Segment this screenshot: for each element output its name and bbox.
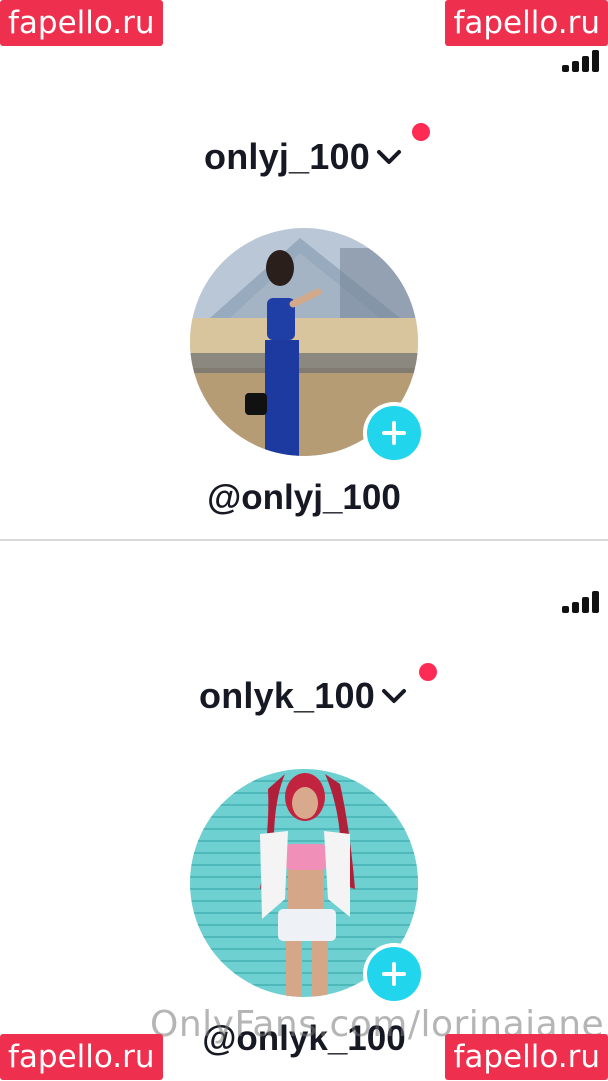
signal-strength-icon <box>562 591 602 613</box>
plus-icon <box>382 962 406 986</box>
account-switcher[interactable]: onlyj_100 <box>0 136 608 178</box>
profile-handle: @onlyj_100 <box>207 478 401 517</box>
chevron-down-icon[interactable] <box>374 142 404 172</box>
site-watermark-top-left: fapello.ru <box>0 0 163 46</box>
follow-add-button[interactable] <box>363 402 425 464</box>
plus-icon <box>382 421 406 445</box>
account-switcher[interactable]: onlyk_100 <box>0 675 608 717</box>
site-watermark-top-right: fapello.ru <box>445 0 608 46</box>
profile-panel-2: onlyk_100 @onlyk_100 <box>0 541 608 1081</box>
username-title: onlyk_100 <box>199 675 375 716</box>
notification-dot <box>419 663 437 681</box>
signal-strength-icon <box>562 50 602 72</box>
chevron-down-icon[interactable] <box>379 681 409 711</box>
site-watermark-bottom-right: fapello.ru <box>445 1034 608 1080</box>
site-watermark-bottom-left: fapello.ru <box>0 1034 163 1080</box>
profile-panel-1: onlyj_100 @onlyj_100 <box>0 0 608 540</box>
follow-add-button[interactable] <box>363 943 425 1005</box>
username-title: onlyj_100 <box>204 136 370 177</box>
notification-dot <box>412 123 430 141</box>
